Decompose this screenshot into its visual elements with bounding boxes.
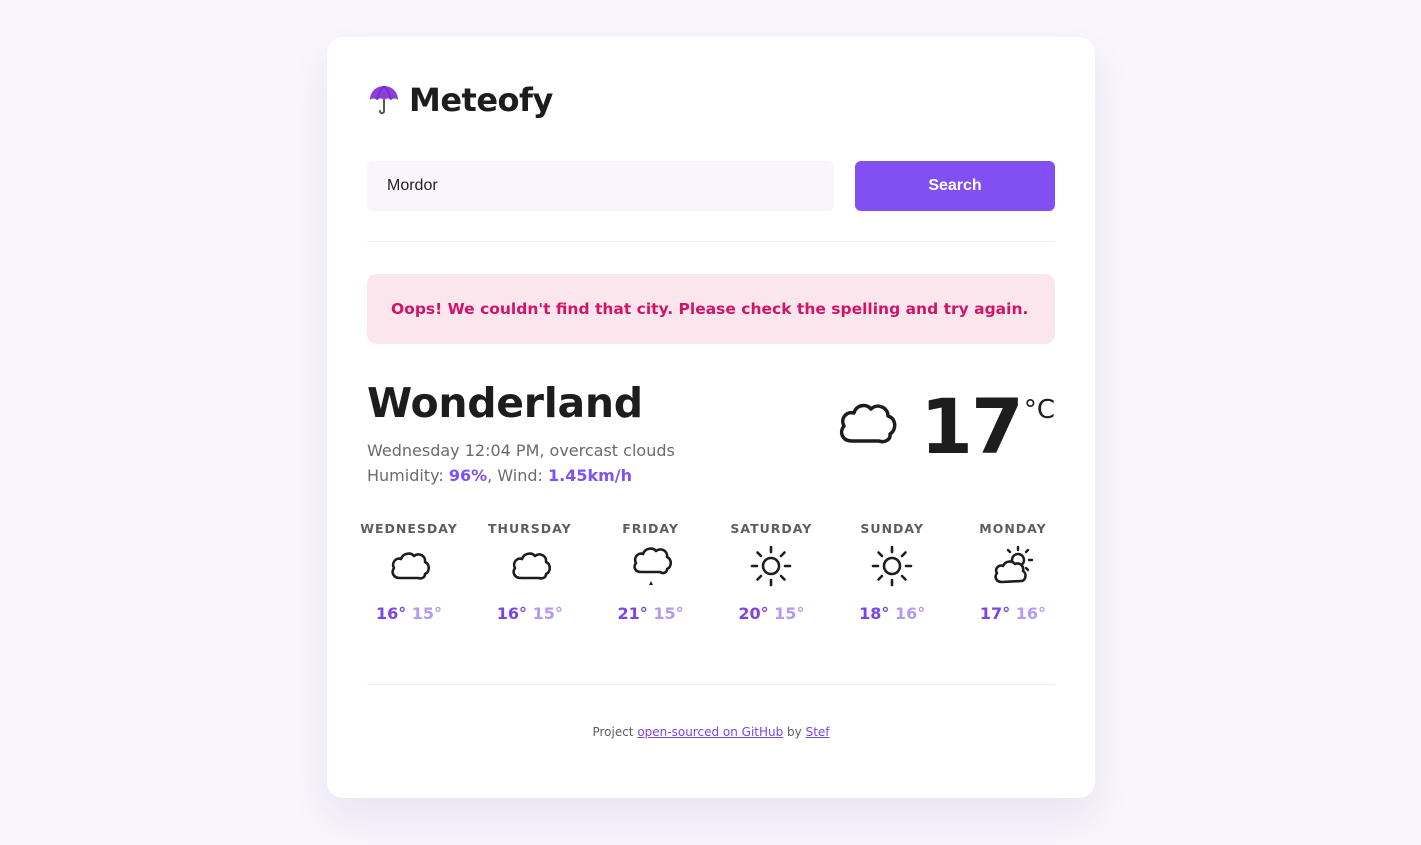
footer-prefix: Project [592, 725, 638, 739]
sun-icon [751, 545, 792, 587]
forecast-day: SATURDAY 20° 15° [729, 521, 813, 623]
forecast-max: 17° [979, 604, 1011, 623]
forecast-min: 15° [653, 604, 684, 623]
humidity-value: 96% [448, 466, 488, 485]
weather-details: Humidity: 96%, Wind: 1.45km/h [367, 463, 675, 488]
city-name: Wonderland [367, 379, 643, 427]
temperature-unit: °C [1023, 395, 1055, 425]
forecast-min: 15° [774, 604, 805, 623]
forecast-min: 16° [894, 604, 926, 623]
forecast-temps: 21° 15° [618, 604, 684, 623]
forecast-min: 15° [411, 604, 443, 623]
temperature-value: 17 [920, 382, 1024, 471]
divider [367, 241, 1055, 242]
sun-icon [871, 545, 913, 587]
forecast-max: 18° [859, 604, 890, 623]
partly-cloudy-icon [994, 545, 1034, 584]
forecast-day: THURSDAY 16° 15° [488, 521, 572, 623]
weather-description: Wednesday 12:04 PM, overcast clouds [367, 441, 675, 460]
error-message: Oops! We couldn't find that city. Please… [391, 300, 1029, 318]
author-link[interactable]: Stef [806, 725, 830, 739]
rain-cloud-icon [632, 547, 672, 585]
divider [367, 684, 1055, 685]
forecast-day: MONDAY 17° 16° [971, 521, 1055, 623]
forecast-day-name: SUNDAY [860, 521, 924, 536]
forecast-day-name: SATURDAY [730, 521, 813, 536]
forecast-temps: 17° 16° [980, 604, 1046, 623]
search-input[interactable] [367, 161, 834, 211]
github-link[interactable]: open-sourced on GitHub [637, 725, 783, 739]
forecast-max: 20° [738, 604, 769, 623]
forecast-day-name: FRIDAY [622, 521, 679, 536]
cloud-icon [840, 403, 897, 444]
forecast: WEDNESDAY 16° 15° THURSDAY 16° 15° FRIDA… [360, 521, 1055, 623]
weather-card: Meteofy Search Oops! We couldn't find th… [327, 37, 1095, 798]
forecast-day: WEDNESDAY 16° 15° [360, 521, 457, 623]
forecast-temps: 16° 15° [376, 604, 442, 623]
weather-summary: Wednesday 12:04 PM, overcast clouds Humi… [367, 438, 675, 488]
forecast-day-name: THURSDAY [487, 521, 572, 536]
search-button[interactable]: Search [855, 161, 1055, 211]
cloud-icon [512, 552, 551, 580]
forecast-temps: 16° 15° [497, 604, 563, 623]
footer: Project open-sourced on GitHub by Stef [327, 725, 1095, 739]
footer-middle: by [783, 725, 806, 739]
forecast-day-name: WEDNESDAY [360, 521, 458, 536]
humidity-label: Humidity: [367, 466, 449, 485]
current-temperature: 17 °C [836, 387, 1055, 467]
error-alert: Oops! We couldn't find that city. Please… [367, 274, 1055, 344]
forecast-temps: 20° 15° [738, 604, 804, 623]
forecast-min: 16° [1015, 604, 1047, 623]
wind-label: , Wind: [487, 466, 549, 485]
forecast-day: FRIDAY 21° 15° [609, 521, 693, 623]
umbrella-icon [370, 85, 398, 115]
forecast-day: SUNDAY 18° 16° [850, 521, 934, 623]
brand: Meteofy [367, 81, 553, 119]
forecast-max: 21° [617, 604, 648, 623]
cloud-icon [391, 552, 431, 580]
forecast-day-name: MONDAY [979, 521, 1047, 536]
forecast-temps: 18° 16° [859, 604, 925, 623]
wind-value: 1.45km/h [548, 466, 633, 485]
forecast-max: 16° [375, 604, 407, 623]
forecast-max: 16° [496, 604, 527, 623]
forecast-min: 15° [532, 604, 563, 623]
app-title: Meteofy [409, 81, 553, 119]
